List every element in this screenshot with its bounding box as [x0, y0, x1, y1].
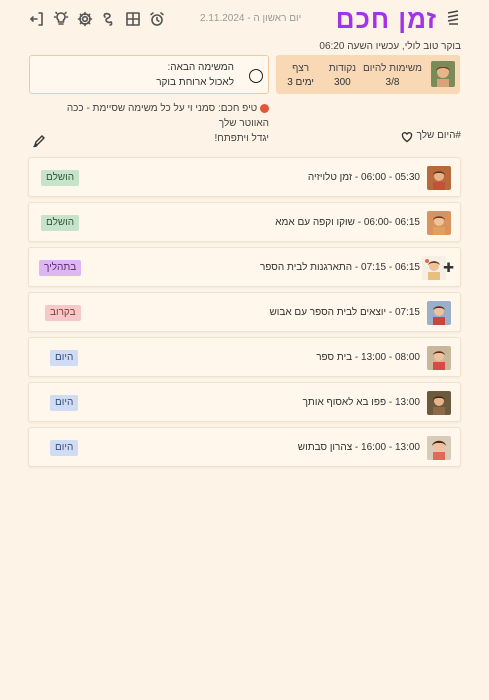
status-badge: היום	[50, 395, 79, 411]
checkbox-circle[interactable]	[249, 69, 263, 83]
next-task-card[interactable]: המשימה הבאה: לאכול ארוחת בוקר	[29, 55, 269, 94]
task-row[interactable]: 13:00 - 16:00 - צהרון סבתוש היום	[28, 427, 461, 467]
task-row[interactable]: 05:30 - 06:00 - זמן טלויזיה הושלם	[28, 157, 461, 197]
task-thumbnail	[427, 391, 451, 415]
stats-card: משימות להיום 3/8 נקודות 300 רצף 3 ימים	[276, 55, 460, 94]
task-title: 13:00 - פפו בא לאסוף אותך	[302, 397, 420, 408]
app-logo: זמן חכם	[336, 4, 461, 35]
task-title: 13:00 - 16:00 - צהרון סבתוש	[297, 442, 420, 453]
task-row[interactable]: 13:00 - פפו בא לאסוף אותך היום	[28, 382, 461, 422]
avatar[interactable]	[431, 61, 455, 87]
stack-icon	[445, 9, 461, 30]
day-title: #היום שלך	[416, 130, 461, 141]
task-row[interactable]: 06:15 -06:00 - שוקו וקפה עם אמא הושלם	[28, 202, 461, 242]
task-list: 05:30 - 06:00 - זמן טלויזיה הושלם 06:15 …	[28, 157, 461, 472]
task-title: 06:15 -06:00 - שוקו וקפה עם אמא	[275, 217, 420, 228]
heart-icon	[401, 132, 412, 143]
task-row[interactable]: 07:15 - יוצאים לבית הספר עם אבוש בקרוב	[28, 292, 461, 332]
header-toolbar	[28, 10, 166, 28]
status-badge: הושלם	[41, 170, 80, 186]
date-label: יום ראשון ה - 2.11.2024	[200, 13, 302, 24]
gear-icon[interactable]	[76, 10, 94, 28]
puzzle-icon[interactable]	[100, 10, 118, 28]
add-icon[interactable]: ✚	[443, 261, 454, 274]
tip-line1: טיפ חכם: סמני וי על כל משימה שסיימת - ככ…	[66, 103, 269, 129]
task-title: 05:30 - 06:00 - זמן טלויזיה	[307, 172, 420, 183]
greeting-text: בוקר טוב לולי, עכשיו השעה 06:20	[319, 41, 461, 52]
task-row[interactable]: 08:00 - 13:00 - בית ספר היום	[28, 337, 461, 377]
task-thumbnail	[427, 346, 451, 370]
logo-text: זמן חכם	[335, 4, 437, 34]
task-title: 08:00 - 13:00 - בית ספר	[316, 352, 420, 363]
task-title: 06:15 - 07:15 - התארגנות לבית הספר	[259, 262, 420, 273]
status-badge: בקרוב	[45, 305, 81, 321]
status-badge: בתהליך	[39, 260, 82, 276]
task-thumbnail	[427, 301, 451, 325]
alarm-clock-icon[interactable]	[148, 10, 166, 28]
stat-streak: רצף 3 ימים	[287, 63, 314, 88]
stat-points: נקודות 300	[328, 63, 356, 88]
tomato-icon	[260, 103, 269, 113]
status-badge: היום	[50, 440, 79, 456]
day-heading: #היום שלך	[401, 128, 461, 143]
task-row[interactable]: ✚ 06:15 - 07:15 - התארגנות לבית הספר בתה…	[28, 247, 461, 287]
task-thumbnail	[427, 436, 451, 460]
status-badge: היום	[50, 350, 79, 366]
stat-tasks: משימות להיום 3/8	[362, 63, 422, 88]
task-thumbnail	[427, 211, 451, 235]
grid-icon[interactable]	[124, 10, 142, 28]
edit-icon[interactable]	[32, 133, 47, 153]
task-title: 07:15 - יוצאים לבית הספר עם אבוש	[269, 307, 420, 318]
tip-box: טיפ חכם: סמני וי על כל משימה שסיימת - ככ…	[39, 101, 269, 146]
tip-line2: יגדל ויתפתח!	[214, 133, 269, 144]
lightbulb-icon[interactable]	[52, 10, 70, 28]
next-task-label: המשימה הבאה:	[167, 62, 234, 73]
logout-icon[interactable]	[28, 10, 46, 28]
status-badge: הושלם	[41, 215, 80, 231]
task-thumbnail	[427, 166, 451, 190]
next-task-value: לאכול ארוחת בוקר	[156, 77, 234, 88]
